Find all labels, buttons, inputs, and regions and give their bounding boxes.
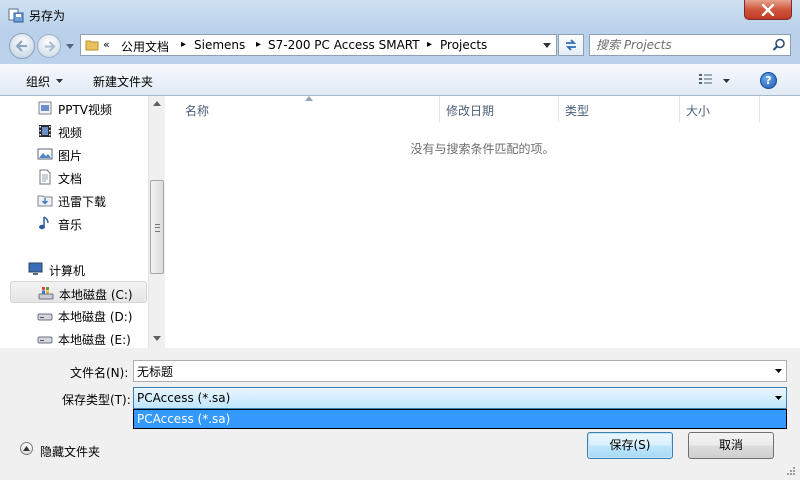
picture-icon: [37, 148, 53, 160]
chevron-up-icon: [23, 446, 30, 451]
column-header-type[interactable]: 类型: [559, 96, 680, 122]
arrow-left-icon: [15, 40, 27, 52]
help-icon[interactable]: ?: [760, 72, 777, 89]
save-dialog-icon: [8, 7, 24, 23]
resize-grip-icon[interactable]: [786, 466, 796, 476]
grip-icon: [155, 224, 160, 232]
filetype-option[interactable]: PCAccess (*.sa): [133, 409, 787, 429]
breadcrumb-separator[interactable]: ▸: [256, 39, 261, 50]
organize-button[interactable]: 组织: [26, 73, 50, 90]
sidebar-item-computer[interactable]: 计算机: [28, 258, 145, 280]
window-title: 另存为: [29, 9, 66, 23]
breadcrumb-separator[interactable]: ▸: [427, 39, 432, 50]
navigation-scrollbar[interactable]: [148, 96, 165, 348]
back-button[interactable]: [9, 33, 35, 59]
filetype-select[interactable]: PCAccess (*.sa): [133, 387, 787, 409]
sidebar-item-pictures[interactable]: 图片: [37, 143, 145, 165]
scrollbar-thumb[interactable]: [150, 180, 164, 274]
empty-list-message: 没有与搜索条件匹配的项。: [410, 142, 555, 156]
breadcrumb-separator[interactable]: ▸: [181, 39, 186, 50]
filename-combobox[interactable]: [133, 360, 787, 382]
sidebar-item-pptv[interactable]: PPTV视频: [37, 97, 145, 119]
refresh-icon: [565, 39, 577, 51]
search-input[interactable]: [596, 37, 766, 53]
breadcrumb-pc-access[interactable]: S7-200 PC Access SMART: [268, 38, 420, 52]
forward-button[interactable]: [37, 34, 61, 58]
chevron-down-icon[interactable]: [775, 369, 782, 373]
filename-label: 文件名(N):: [70, 366, 129, 380]
sidebar-item-music[interactable]: 音乐: [37, 212, 145, 234]
sidebar-item-drive-e[interactable]: 本地磁盘 (E:): [37, 327, 145, 348]
view-options-icon[interactable]: [698, 73, 714, 87]
save-form: 文件名(N): 保存类型(T): PCAccess (*.sa) PCAcces…: [0, 348, 800, 480]
search-icon[interactable]: [772, 38, 786, 52]
music-icon: [39, 216, 49, 230]
system-drive-icon: [38, 287, 54, 300]
breadcrumb-projects[interactable]: Projects: [440, 38, 487, 52]
chevron-down-icon[interactable]: [56, 79, 63, 83]
sort-ascending-icon: [305, 96, 313, 101]
search-box[interactable]: [589, 34, 791, 56]
document-icon: [39, 169, 51, 185]
save-button[interactable]: 保存(S): [587, 432, 673, 459]
scroll-up-icon[interactable]: [153, 101, 161, 106]
drive-icon: [37, 313, 53, 321]
sidebar-item-videos[interactable]: 视频: [37, 120, 145, 142]
save-as-dialog: 另存为 « 公用文档 ▸ Siemens ▸ S7-200 PC Access …: [0, 0, 800, 480]
video-folder-icon: [38, 101, 52, 115]
download-folder-icon: [37, 195, 53, 207]
chevron-down-icon[interactable]: [775, 396, 782, 400]
sidebar-item-xunlei-downloads[interactable]: 迅雷下载: [37, 189, 145, 211]
column-header-modified[interactable]: 修改日期: [440, 96, 559, 122]
scroll-down-icon[interactable]: [153, 336, 161, 341]
film-icon: [39, 125, 51, 137]
cancel-button[interactable]: 取消: [688, 432, 774, 459]
column-header-size[interactable]: 大小: [680, 96, 760, 122]
hide-folders-toggle[interactable]: [20, 442, 33, 455]
breadcrumb-public-documents[interactable]: 公用文档: [121, 38, 169, 55]
close-icon: [761, 4, 775, 16]
breadcrumb-siemens[interactable]: Siemens: [194, 38, 245, 52]
drive-icon: [37, 336, 53, 344]
file-list[interactable]: 名称 修改日期 类型 大小 没有与搜索条件匹配的项。: [165, 96, 800, 348]
close-button[interactable]: [744, 0, 792, 20]
filetype-selected-value: PCAccess (*.sa): [137, 391, 231, 405]
sidebar-item-drive-c[interactable]: 本地磁盘 (C:): [10, 281, 147, 303]
sidebar-item-drive-d[interactable]: 本地磁盘 (D:): [37, 304, 145, 326]
sidebar-item-documents[interactable]: 文档: [37, 166, 145, 188]
filename-input[interactable]: [137, 363, 757, 379]
arrow-right-icon: [44, 41, 56, 52]
navigation-pane[interactable]: PPTV视频 视频 图片 文档 迅雷下载 音乐 计算机 本地磁盘 (C:) 本地…: [0, 96, 148, 348]
chevron-down-icon[interactable]: [543, 43, 551, 48]
address-overflow[interactable]: «: [103, 38, 110, 51]
refresh-button[interactable]: [558, 34, 584, 56]
command-bar: 组织 新建文件夹 ?: [0, 64, 800, 96]
title-bar: 另存为: [0, 0, 800, 30]
new-folder-button[interactable]: 新建文件夹: [93, 73, 153, 90]
hide-folders-label[interactable]: 隐藏文件夹: [40, 443, 100, 460]
folder-icon: [85, 40, 99, 51]
address-bar[interactable]: « 公用文档 ▸ Siemens ▸ S7-200 PC Access SMAR…: [80, 34, 557, 56]
filetype-label: 保存类型(T):: [62, 393, 131, 407]
recent-pages-dropdown[interactable]: [66, 44, 74, 49]
column-header-name[interactable]: 名称: [179, 96, 440, 122]
chevron-down-icon[interactable]: [723, 79, 730, 83]
computer-icon: [28, 262, 43, 275]
